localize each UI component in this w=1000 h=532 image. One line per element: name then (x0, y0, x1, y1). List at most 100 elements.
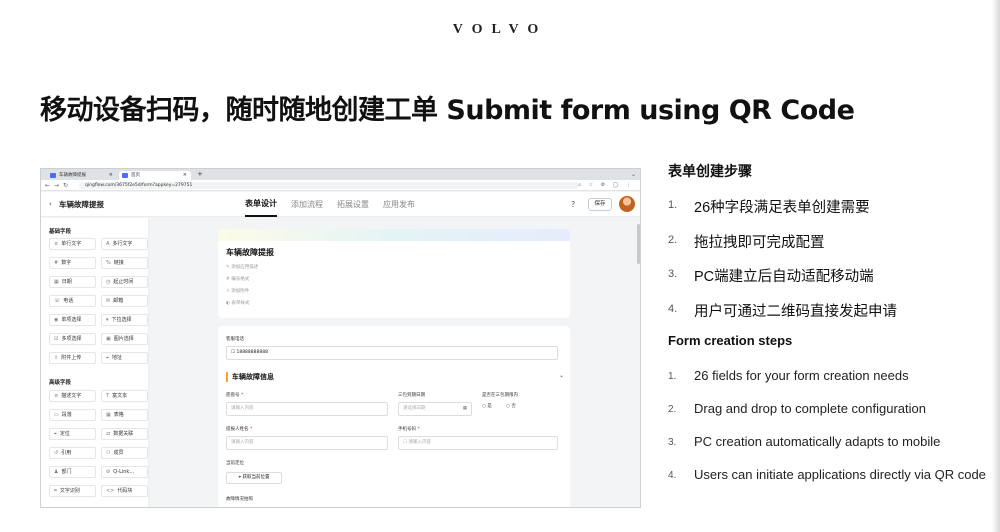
field-type-item[interactable]: <> 代码块 (101, 485, 148, 497)
field-type-item[interactable]: ◉ 单项选择 (49, 314, 96, 326)
forward-arrow-icon[interactable]: → (54, 180, 59, 191)
field-type-item[interactable]: ⇧ 附件上传 (49, 352, 96, 364)
steps-cn-heading: 表单创建步骤 (668, 163, 752, 179)
field-type-label: 数字 (61, 260, 72, 266)
form-title[interactable]: 车辆故障提报 (226, 247, 274, 258)
browser-tab[interactable]: 首页 × (119, 171, 191, 180)
field-type-item[interactable]: ▾ 下拉选择 (101, 314, 148, 326)
field-type-item[interactable]: ≡ 单行文字 (49, 238, 96, 250)
field-type-item[interactable]: ⌗ 文字识别 (49, 485, 96, 497)
field-type-item[interactable]: ▦ 日期 (49, 276, 96, 288)
reporter-input[interactable]: 请输入内容 (226, 436, 388, 450)
field-type-label: 引用 (61, 450, 72, 456)
scrollbar[interactable] (637, 224, 640, 264)
field-type-icon: ▣ (106, 336, 111, 342)
field-type-item[interactable]: # 数字 (49, 257, 96, 269)
url-field[interactable]: qingflow.com/3675f2e5d/form?appkey=27975… (79, 182, 579, 189)
field-type-item[interactable]: ◷ 起止时间 (101, 276, 148, 288)
field-type-item[interactable]: ⊘ Q-Link... (101, 466, 148, 478)
browser-tab-label: 首页 (131, 173, 140, 178)
field-type-icon: ▦ (54, 279, 59, 285)
form-meta-item[interactable]: # 编号格式 (226, 276, 249, 282)
reload-icon[interactable]: ↻ (63, 180, 68, 191)
field-type-icon: A (106, 241, 110, 247)
phone-label: 客服电话 (226, 337, 244, 342)
radio-yes[interactable]: ○ 是 (482, 403, 492, 409)
new-tab-icon[interactable]: + (197, 169, 203, 180)
field-type-item[interactable]: ⌖ 地址 (101, 352, 148, 364)
field-type-icon: ≡ (54, 241, 59, 247)
back-arrow-icon[interactable]: ← (45, 180, 50, 191)
field-type-icon: ⌖ (106, 355, 109, 361)
favicon-icon (50, 173, 56, 178)
save-button[interactable]: 保存 (588, 198, 612, 211)
field-type-icon: ⌗ (54, 488, 57, 494)
tab-extension-settings[interactable]: 拓展设置 (337, 192, 369, 217)
field-type-icon: % (106, 260, 111, 266)
browser-tabbar: 车辆故障提报 × 首页 × + ⌄ (41, 169, 640, 180)
slide-title: 移动设备扫码，随时随地创建工单 Submit form using QR Cod… (40, 95, 855, 126)
field-type-item[interactable]: ☑ 多项选择 (49, 333, 96, 345)
favicon-icon (122, 173, 128, 178)
field-type-item[interactable]: ✉ 邮箱 (101, 295, 148, 307)
browser-toolbar-icons[interactable]: ⌕ ☆ ⚙ ◯ ⋮ (578, 180, 634, 191)
form-meta-item[interactable]: ✎ 添加应用描述 (226, 264, 258, 270)
field-type-item[interactable]: ▭ 段落 (49, 409, 96, 421)
field-type-icon: ✉ (106, 298, 111, 304)
close-icon[interactable]: × (109, 171, 113, 180)
mobile-input[interactable]: ☐ 请输入内容 (398, 436, 558, 450)
field-type-icon: <> (106, 488, 115, 494)
field-type-icon: ▾ (106, 317, 109, 323)
avatar[interactable] (619, 196, 635, 212)
app-header: ‹ 车辆故障提报 表单设计 添加流程 拓展设置 应用发布 ? 保存 (41, 192, 640, 217)
back-chevron-icon[interactable]: ‹ (49, 192, 52, 217)
tab-add-process[interactable]: 添加流程 (291, 192, 323, 217)
chevron-down-icon[interactable]: ⌄ (631, 169, 636, 180)
field-type-item[interactable]: ⌖ 定位 (49, 428, 96, 440)
radio-no[interactable]: ○ 否 (506, 403, 516, 409)
field-type-item[interactable]: ▦ 表格 (101, 409, 148, 421)
field-type-item[interactable]: ≡ 描述文字 (49, 390, 96, 402)
field-type-item[interactable]: A 多行文字 (101, 238, 148, 250)
field-type-item[interactable]: ⇄ 数据关联 (101, 428, 148, 440)
field-type-item[interactable]: ☏ 电话 (49, 295, 96, 307)
photo-label: 故障情况拍照 (226, 497, 253, 502)
field-type-icon: ≡ (54, 393, 59, 399)
field-type-label: 起止时间 (113, 279, 134, 285)
get-location-button[interactable]: ⌖ 获取当前位置 (226, 472, 282, 484)
chevron-down-icon[interactable]: ⌄ (559, 372, 564, 379)
field-type-item[interactable]: ▣ 图片选择 (101, 333, 148, 345)
field-type-item[interactable]: ♟ 部门 (49, 466, 96, 478)
field-type-label: 段落 (61, 412, 72, 418)
vin-input[interactable]: 请输入内容 (226, 402, 388, 416)
field-type-label: 下拉选择 (111, 317, 132, 323)
field-type-label: 定位 (59, 431, 70, 437)
date-input[interactable]: 请选择日期 ▦ (398, 402, 472, 416)
field-type-icon: ▦ (106, 412, 111, 418)
field-type-item[interactable]: ↺ 引用 (49, 447, 96, 459)
form-canvas: 车辆故障提报 ✎ 添加应用描述 # 编号格式 ⇧ 添加附件 ◐ 表单样式 客服电… (150, 218, 640, 507)
field-type-label: 成员 (113, 450, 124, 456)
form-meta-item[interactable]: ⇧ 添加附件 (226, 288, 249, 294)
field-type-item[interactable]: ⚇ 成员 (101, 447, 148, 459)
browser-tab[interactable]: 车辆故障提报 × (47, 171, 117, 180)
field-type-label: 单项选择 (61, 317, 82, 323)
field-type-label: 代码块 (117, 488, 133, 494)
section-title: 车辆故障信息 (226, 372, 274, 382)
field-type-icon: ⊘ (106, 469, 111, 475)
field-type-icon: ⇧ (54, 355, 59, 361)
close-icon[interactable]: × (183, 171, 187, 180)
tab-app-publish[interactable]: 应用发布 (383, 192, 415, 217)
volvo-logo: VOLVO (452, 22, 548, 37)
form-meta-item[interactable]: ◐ 表单样式 (226, 300, 249, 306)
phone-field[interactable]: ☐ 18888888888 (226, 346, 558, 360)
location-label: 当前定位 (226, 461, 244, 466)
help-icon[interactable]: ? (571, 192, 575, 217)
field-type-label: 表格 (113, 412, 124, 418)
field-palette: 基础字段 ≡ 单行文字 A 多行文字 # 数字% 链接 ▦ 日期 ◷ 起止时间 ☏ 电话 ✉ 邮箱 ◉ 单项选择… (41, 218, 149, 507)
field-type-item[interactable]: T 富文本 (101, 390, 148, 402)
field-type-icon: ◷ (106, 279, 111, 285)
tab-form-design[interactable]: 表单设计 (245, 192, 277, 217)
field-type-label: 单行文字 (61, 241, 82, 247)
field-type-item[interactable]: % 链接 (101, 257, 148, 269)
